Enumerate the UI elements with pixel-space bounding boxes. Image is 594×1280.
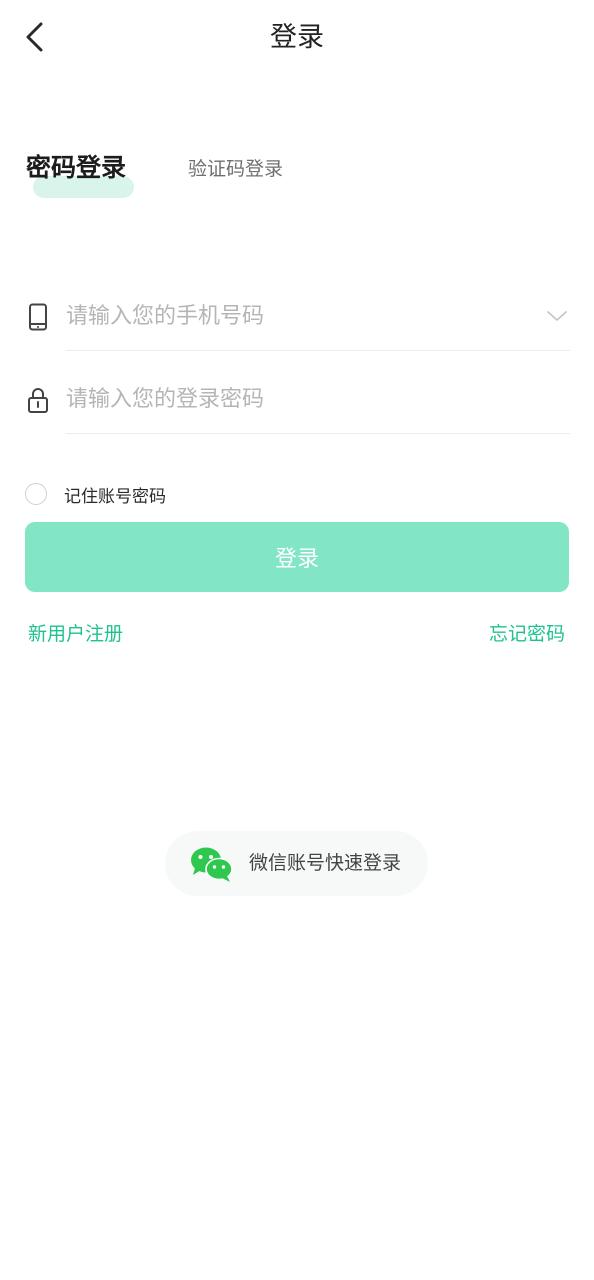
lock-icon: [24, 386, 52, 414]
phone-divider: [66, 350, 570, 351]
tab-password-login[interactable]: 密码登录: [26, 150, 138, 204]
login-page: 登录 密码登录 验证码登录 请输入您的手机号码 记住账号密码 登录 新用户注册 …: [0, 0, 594, 1280]
password-field-row: [24, 364, 570, 434]
page-title: 登录: [270, 22, 324, 53]
remember-label: 记住账号密码: [64, 486, 166, 507]
forgot-password-link[interactable]: 忘记密码: [489, 620, 565, 648]
password-divider: [66, 433, 570, 434]
phone-icon: [24, 303, 52, 331]
remember-account-checkbox[interactable]: 记住账号密码: [25, 481, 166, 507]
password-input[interactable]: [66, 376, 526, 422]
wechat-login-button[interactable]: 微信账号快速登录: [165, 831, 428, 896]
register-link[interactable]: 新用户注册: [28, 620, 123, 648]
wechat-icon: [191, 847, 233, 882]
login-button[interactable]: 登录: [25, 522, 569, 592]
phone-field-row: [24, 281, 570, 351]
wechat-login-label: 微信账号快速登录: [249, 852, 402, 874]
phone-history-dropdown[interactable]: [544, 303, 570, 329]
remember-radio[interactable]: [25, 483, 47, 505]
chevron-down-icon: [547, 311, 567, 321]
phone-input[interactable]: [66, 293, 526, 339]
tab-code-login[interactable]: 验证码登录: [188, 154, 283, 184]
tab-password-login-label: 密码登录: [26, 153, 127, 182]
